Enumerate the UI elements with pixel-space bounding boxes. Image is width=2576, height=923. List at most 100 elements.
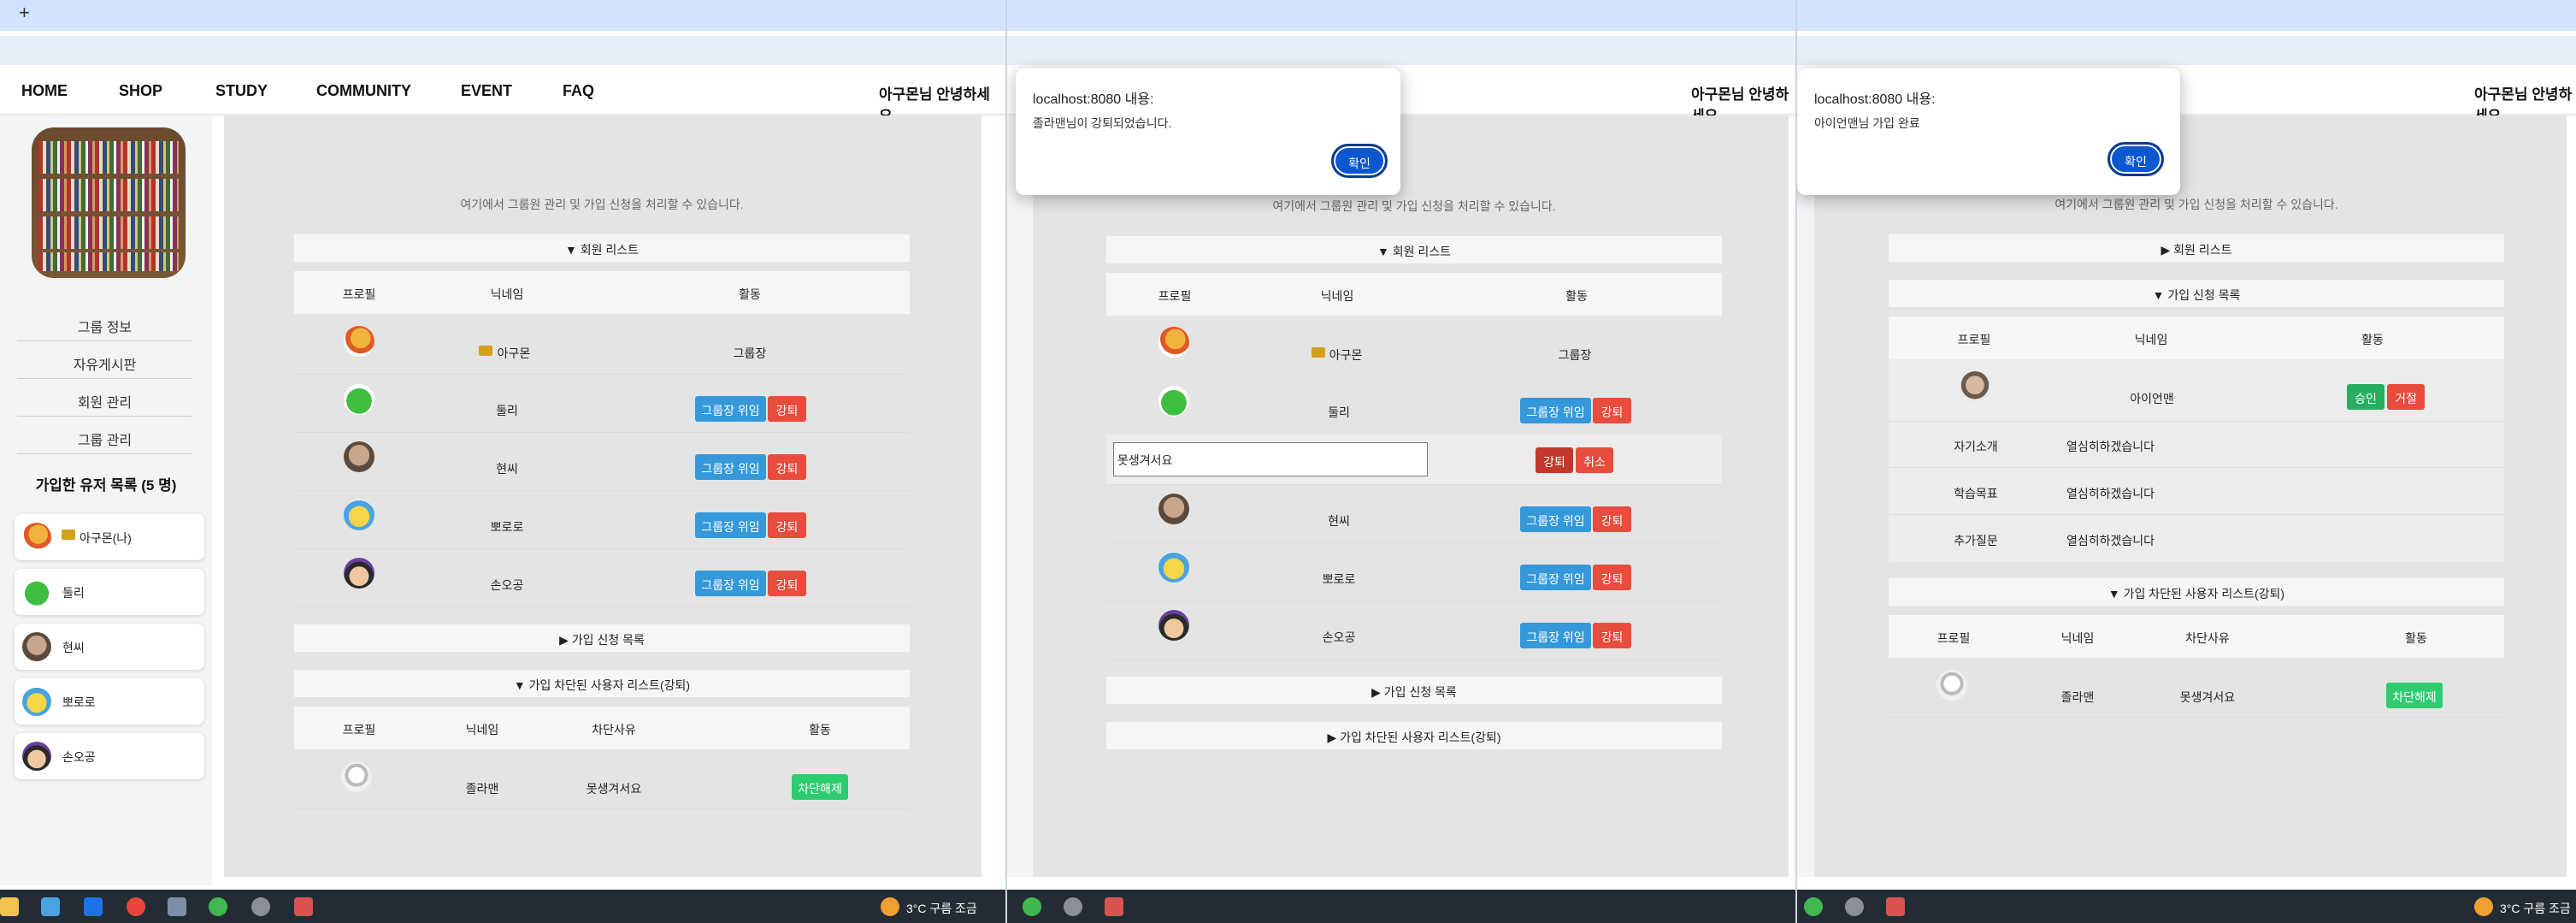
kick-button[interactable]: 강퇴	[768, 454, 806, 480]
banned-list-toggle[interactable]: ▼ 가입 차단된 사용자 리스트(강퇴)	[1889, 578, 2504, 606]
chrome-icon[interactable]	[127, 897, 145, 916]
col-nickname: 닉네임	[465, 723, 499, 737]
leader-role: 그룹장	[733, 346, 767, 360]
dialog-ok-button[interactable]: 확인	[2107, 142, 2164, 176]
member-avatar	[1158, 327, 1189, 358]
spring-icon[interactable]	[1023, 897, 1041, 916]
member-avatar	[22, 632, 51, 661]
kick-button[interactable]: 강퇴	[1593, 506, 1631, 532]
spring-icon[interactable]	[1804, 897, 1823, 916]
member-list-toggle[interactable]: ▼ 회원 리스트	[1106, 236, 1722, 263]
banned-list-toggle[interactable]: ▶ 가입 차단된 사용자 리스트(강퇴)	[1106, 722, 1722, 749]
sidebar-link-group-manage[interactable]: 그룹 관리	[17, 420, 192, 454]
member-name: 현씨	[62, 641, 85, 654]
group-image	[32, 127, 186, 278]
tab-strip: +	[0, 0, 1007, 31]
kick-button[interactable]: 강퇴	[1593, 565, 1631, 590]
kick-button[interactable]: 강퇴	[768, 571, 806, 596]
col-nickname: 닉네임	[490, 287, 524, 301]
member-card[interactable]: 둘리	[15, 569, 204, 615]
col-profile: 프로필	[1158, 289, 1192, 303]
member-avatar	[344, 326, 374, 357]
main-content	[1033, 115, 1789, 877]
kick-button[interactable]: 강퇴	[1593, 398, 1631, 423]
apply-list-toggle[interactable]: ▼ 가입 신청 목록	[1889, 280, 2504, 307]
nav-home[interactable]: HOME	[21, 82, 68, 100]
delegate-button[interactable]: 그룹장 위임	[695, 396, 766, 422]
sidebar-link-group-info[interactable]: 그룹 정보	[17, 307, 192, 341]
member-nickname: 뽀로로	[1322, 572, 1356, 586]
member-avatar	[1158, 386, 1189, 417]
member-nickname: 손오공	[1322, 630, 1356, 644]
field-value: 열심히하겠습니다	[2066, 534, 2155, 547]
col-activity: 활동	[2405, 631, 2427, 645]
member-nickname: 둘리	[1328, 405, 1350, 419]
file-explorer-icon[interactable]	[0, 897, 19, 916]
member-avatar	[22, 577, 51, 606]
store-icon[interactable]	[41, 897, 60, 916]
member-nickname: 아구몬	[497, 346, 531, 360]
kick-button[interactable]: 강퇴	[768, 396, 806, 422]
weather-text: 3°C 구름 조금	[906, 902, 977, 915]
member-name: 둘리	[62, 586, 85, 600]
browser-window-2: 아구몬님 안녕하세요. 여기에서 그룹원 관리 및 가입 신청을 처리할 수 있…	[1007, 0, 1797, 923]
reject-button[interactable]: 거절	[2387, 384, 2425, 410]
banned-list-toggle[interactable]: ▼ 가입 차단된 사용자 리스트(강퇴)	[294, 670, 910, 697]
field-label: 추가질문	[1954, 534, 1998, 547]
intellij-icon[interactable]	[1105, 897, 1123, 916]
kick-button[interactable]: 강퇴	[768, 512, 806, 538]
nav-community[interactable]: COMMUNITY	[316, 82, 411, 100]
new-tab-button[interactable]: +	[19, 2, 30, 24]
calculator-icon[interactable]	[168, 897, 186, 916]
nav-faq[interactable]: FAQ	[563, 82, 594, 100]
spring-icon[interactable]	[209, 897, 227, 916]
taskbar	[1007, 890, 1797, 923]
app-icon[interactable]	[251, 897, 270, 916]
confirm-kick-button[interactable]: 강퇴	[1536, 447, 1573, 473]
member-nickname: 현씨	[496, 462, 518, 476]
dialog-title: localhost:8080 내용:	[1033, 92, 1154, 107]
col-nickname: 닉네임	[2060, 631, 2095, 645]
delegate-button[interactable]: 그룹장 위임	[1520, 398, 1591, 423]
member-list-toggle[interactable]: ▼ 회원 리스트	[294, 234, 910, 262]
nav-event[interactable]: EVENT	[461, 82, 512, 100]
approve-button[interactable]: 승인	[2347, 384, 2384, 410]
kick-button[interactable]: 강퇴	[1593, 623, 1631, 648]
outlook-icon[interactable]	[84, 897, 103, 916]
member-list-toggle[interactable]: ▶ 회원 리스트	[1889, 234, 2504, 262]
field-value: 열심히하겠습니다	[2066, 440, 2155, 453]
delegate-button[interactable]: 그룹장 위임	[695, 454, 766, 480]
page-subtitle: 여기에서 그룹원 관리 및 가입 신청을 처리할 수 있습니다.	[2054, 198, 2338, 211]
main-content	[224, 115, 981, 877]
intellij-icon[interactable]	[1886, 897, 1905, 916]
delegate-button[interactable]: 그룹장 위임	[695, 571, 766, 596]
member-card[interactable]: 손오공	[15, 733, 204, 779]
delegate-button[interactable]: 그룹장 위임	[1520, 506, 1591, 532]
page-subtitle: 여기에서 그룹원 관리 및 가입 신청을 처리할 수 있습니다.	[460, 198, 744, 211]
field-label: 자기소개	[1954, 440, 1998, 453]
unban-button[interactable]: 차단해제	[792, 774, 848, 800]
member-card[interactable]: 현씨	[15, 624, 204, 670]
member-card[interactable]: 아구몬(나)	[15, 514, 204, 560]
apply-list-toggle[interactable]: ▶ 가입 신청 목록	[1106, 677, 1722, 704]
delegate-button[interactable]: 그룹장 위임	[1520, 623, 1591, 648]
delegate-button[interactable]: 그룹장 위임	[695, 512, 766, 538]
dialog-ok-button[interactable]: 확인	[1331, 144, 1388, 178]
kick-reason-input[interactable]: 못생겨서요	[1113, 442, 1428, 476]
col-nickname: 닉네임	[1320, 289, 1354, 303]
delegate-button[interactable]: 그룹장 위임	[1520, 565, 1591, 590]
banned-reason: 못생겨서요	[2179, 690, 2236, 704]
intellij-icon[interactable]	[294, 897, 313, 916]
member-card[interactable]: 뽀로로	[15, 678, 204, 725]
member-nickname: 손오공	[490, 578, 524, 592]
sidebar-link-member-manage[interactable]: 회원 관리	[17, 382, 192, 417]
cancel-kick-button[interactable]: 취소	[1576, 447, 1613, 473]
unban-button[interactable]: 차단해제	[2386, 683, 2443, 708]
nav-shop[interactable]: SHOP	[119, 82, 162, 100]
apply-list-toggle[interactable]: ▶ 가입 신청 목록	[294, 624, 910, 652]
nav-study[interactable]: STUDY	[215, 82, 268, 100]
sidebar-link-board[interactable]: 자유게시판	[17, 345, 192, 379]
app-icon[interactable]	[1064, 897, 1082, 916]
taskbar: 3°C 구름 조금	[0, 890, 1007, 923]
app-icon[interactable]	[1845, 897, 1864, 916]
